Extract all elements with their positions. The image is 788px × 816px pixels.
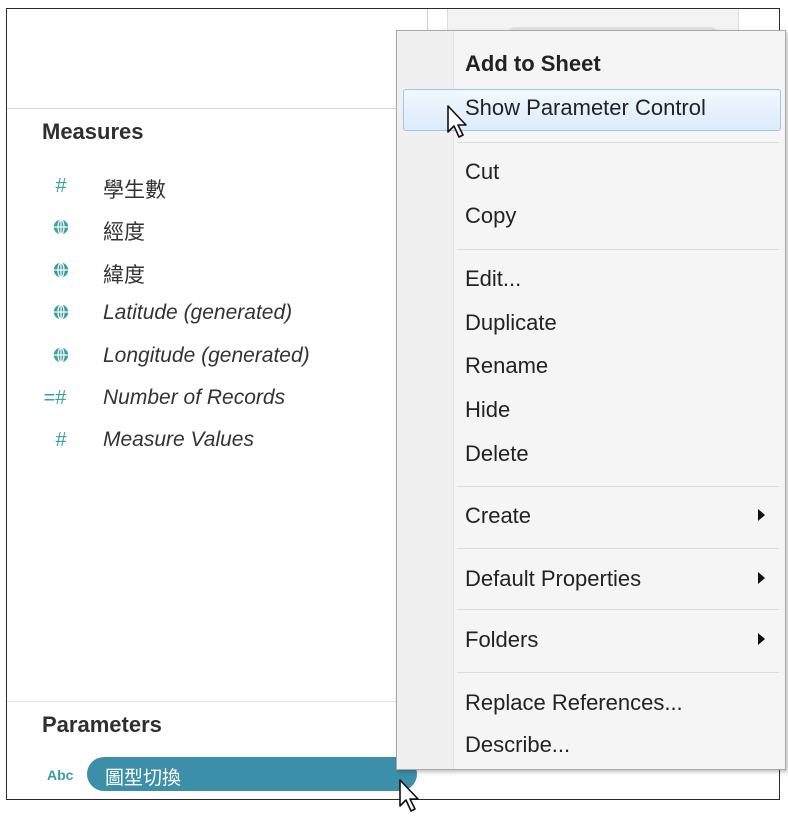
menu-separator — [457, 609, 779, 610]
field-label: 經度 — [103, 221, 145, 244]
context-menu: Add to Sheet Show Parameter Control Cut … — [396, 30, 786, 770]
field-label: Measure Values — [103, 428, 254, 451]
menu-separator — [457, 672, 779, 673]
measure-field-number-of-records[interactable]: =# Number of Records — [37, 381, 387, 415]
mouse-pointer-icon — [447, 105, 467, 138]
menu-item-duplicate[interactable]: Duplicate — [465, 310, 557, 336]
measures-heading: Measures — [42, 119, 144, 144]
measure-field-measure-values[interactable]: # Measure Values — [47, 423, 397, 457]
measure-field-latitude-generated[interactable]: Latitude (generated) — [47, 296, 397, 330]
menu-item-edit[interactable]: Edit... — [465, 266, 521, 292]
menu-item-replace-references[interactable]: Replace References... — [465, 690, 683, 716]
menu-item-show-parameter-control[interactable]: Show Parameter Control — [465, 95, 706, 121]
data-pane: Measures # 學生數 經度 緯度 Latitude (generated… — [7, 9, 417, 799]
menu-separator — [457, 142, 779, 143]
mouse-pointer-icon — [399, 779, 419, 812]
measure-field-students[interactable]: # 學生數 — [47, 169, 397, 203]
globe-icon — [53, 304, 69, 320]
submenu-arrow-icon — [758, 572, 765, 584]
globe-icon — [53, 219, 69, 235]
field-label: Number of Records — [103, 386, 286, 409]
field-label: 學生數 — [103, 179, 166, 202]
menu-gutter — [397, 31, 454, 769]
menu-item-default-properties[interactable]: Default Properties — [465, 566, 641, 592]
measure-field-latitude-cn[interactable]: 緯度 — [47, 254, 397, 288]
string-type-icon: Abc — [47, 767, 74, 783]
menu-item-delete[interactable]: Delete — [465, 441, 529, 467]
parameter-name: 圖型切換 — [105, 768, 182, 789]
divider — [7, 108, 407, 109]
field-label: 緯度 — [103, 264, 145, 287]
menu-item-cut[interactable]: Cut — [465, 159, 499, 185]
number-icon: # — [55, 175, 67, 197]
number-icon: # — [55, 429, 67, 451]
globe-icon — [53, 347, 69, 363]
menu-separator — [457, 548, 779, 549]
menu-item-create[interactable]: Create — [465, 503, 531, 529]
globe-icon — [53, 262, 69, 278]
menu-separator — [457, 249, 779, 250]
menu-item-rename[interactable]: Rename — [465, 353, 548, 379]
submenu-arrow-icon — [758, 509, 765, 521]
calc-number-icon: =# — [43, 387, 67, 409]
menu-item-copy[interactable]: Copy — [465, 203, 516, 229]
menu-separator — [457, 486, 779, 487]
menu-item-hide[interactable]: Hide — [465, 397, 510, 423]
divider — [7, 701, 407, 702]
parameter-pill[interactable]: 圖型切換 — [87, 757, 417, 791]
submenu-arrow-icon — [758, 633, 765, 645]
field-label: Latitude (generated) — [103, 301, 293, 324]
measure-field-longitude-generated[interactable]: Longitude (generated) — [47, 339, 397, 373]
field-label: Longitude (generated) — [103, 344, 310, 367]
measure-field-longitude-cn[interactable]: 經度 — [47, 211, 397, 245]
parameters-heading: Parameters — [42, 712, 162, 737]
menu-item-folders[interactable]: Folders — [465, 627, 538, 653]
menu-item-add-to-sheet[interactable]: Add to Sheet — [465, 51, 601, 77]
menu-item-describe[interactable]: Describe... — [465, 732, 570, 758]
